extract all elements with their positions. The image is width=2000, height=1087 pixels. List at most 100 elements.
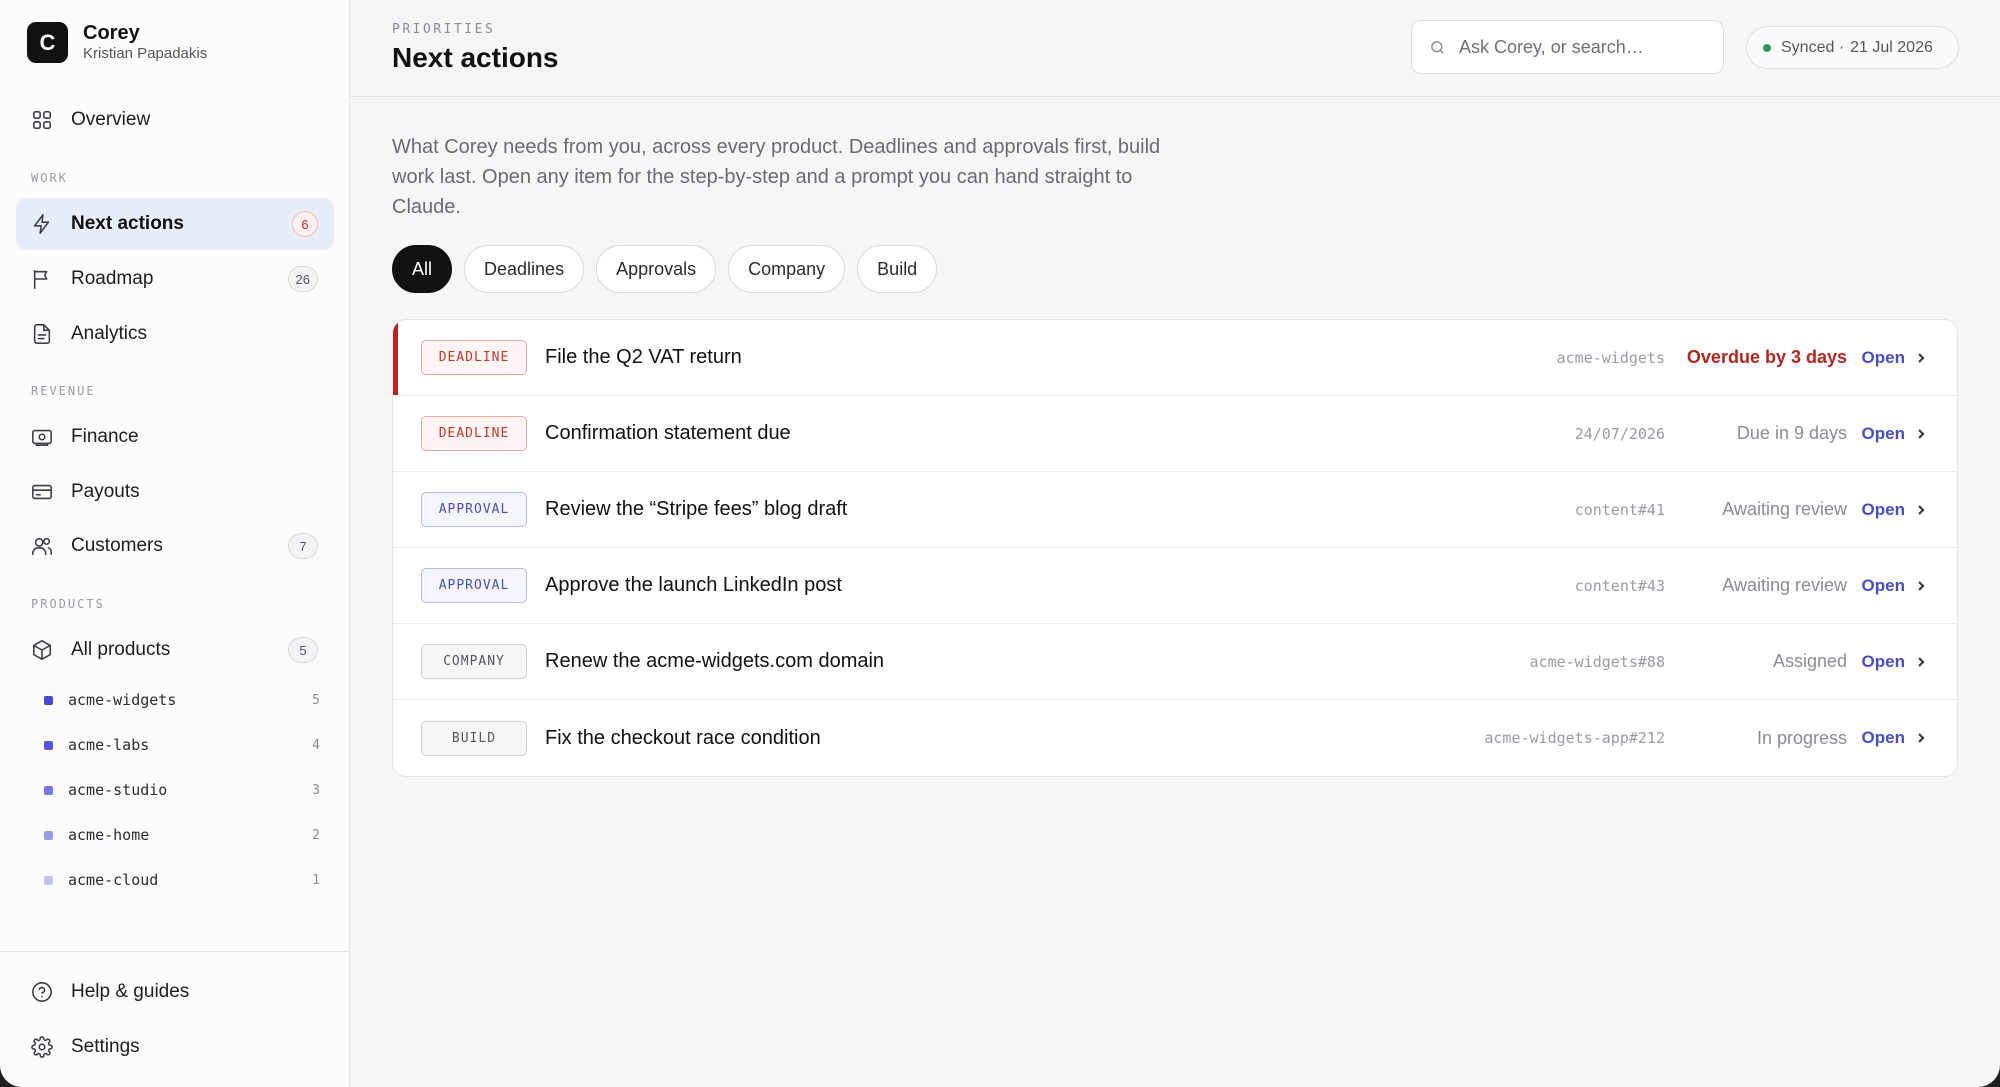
- brand-logo: C: [27, 22, 68, 63]
- sidebar-item-label: Settings: [71, 1036, 140, 1057]
- sync-status-dot: [1763, 43, 1771, 52]
- product-count: 2: [312, 827, 320, 843]
- action-status: In progress: [1756, 727, 1847, 748]
- open-label: Open: [1861, 499, 1905, 519]
- product-item[interactable]: acme-studio 3: [44, 775, 320, 805]
- page-eyebrow: PRIORITIES: [392, 22, 496, 37]
- product-color-dot: [44, 830, 53, 840]
- filter-approvals[interactable]: Approvals: [596, 245, 717, 293]
- count-badge: 5: [288, 637, 318, 663]
- sidebar-item-label: All products: [71, 639, 171, 660]
- bolt-icon: [31, 213, 53, 235]
- action-status: Due in 9 days: [1736, 423, 1847, 443]
- action-row[interactable]: COMPANY Renew the acme-widgets.com domai…: [393, 624, 1957, 700]
- product-color-dot: [44, 695, 53, 705]
- sidebar-item-finance[interactable]: Finance: [16, 411, 334, 463]
- sidebar-item-label: Next actions: [71, 213, 184, 234]
- sidebar-item-settings[interactable]: Settings: [16, 1021, 334, 1073]
- product-name: acme-studio: [68, 781, 168, 799]
- sidebar: C Corey Kristian Papadakis Overview WORK…: [0, 0, 350, 1087]
- sidebar-item-customers[interactable]: Customers 7: [16, 520, 334, 572]
- sidebar-item-label: Analytics: [71, 323, 148, 344]
- action-row[interactable]: DEADLINE Confirmation statement due 24/0…: [393, 396, 1957, 472]
- chevron-right-icon: [1918, 733, 1925, 743]
- section-label-revenue: REVENUE: [31, 384, 96, 398]
- type-tag: DEADLINE: [421, 340, 527, 375]
- filter-deadlines[interactable]: Deadlines: [464, 245, 585, 293]
- action-row[interactable]: APPROVAL Approve the launch LinkedIn pos…: [393, 548, 1957, 624]
- sidebar-item-label: Finance: [71, 426, 139, 447]
- product-item[interactable]: acme-widgets 5: [44, 685, 320, 715]
- product-name: acme-widgets: [68, 691, 177, 709]
- action-title: Renew the acme-widgets.com domain: [545, 650, 885, 672]
- chevron-right-icon: [1918, 580, 1925, 591]
- open-link[interactable]: Open: [1862, 500, 1927, 520]
- count-badge: 7: [288, 533, 318, 559]
- product-count: 4: [312, 737, 320, 753]
- type-tag: APPROVAL: [421, 492, 527, 527]
- action-title: Approve the launch LinkedIn post: [545, 574, 842, 596]
- filter-company[interactable]: Company: [728, 245, 846, 293]
- action-row[interactable]: DEADLINE File the Q2 VAT return acme-wid…: [393, 320, 1957, 396]
- action-status: Awaiting review: [1722, 575, 1847, 595]
- sidebar-item-label: Customers: [71, 535, 163, 556]
- action-reference: content#43: [1574, 576, 1665, 595]
- sidebar-item-overview[interactable]: Overview: [16, 94, 334, 146]
- product-name: acme-labs: [68, 736, 150, 754]
- action-title: File the Q2 VAT return: [545, 346, 742, 368]
- filter-all[interactable]: All: [392, 245, 453, 293]
- action-row[interactable]: APPROVAL Review the “Stripe fees” blog d…: [393, 472, 1957, 548]
- filter-build[interactable]: Build: [857, 245, 938, 293]
- sidebar-item-label: Overview: [71, 109, 151, 130]
- open-label: Open: [1861, 651, 1905, 671]
- count-badge: 6: [292, 211, 318, 237]
- box-icon: [31, 639, 53, 661]
- action-reference: acme-widgets-app#212: [1484, 729, 1665, 747]
- product-color-dot: [44, 875, 53, 885]
- product-item[interactable]: acme-labs 4: [44, 730, 320, 760]
- product-item[interactable]: acme-home 2: [44, 820, 320, 850]
- action-status: Overdue by 3 days: [1686, 347, 1847, 367]
- action-reference: acme-widgets: [1556, 348, 1665, 367]
- search-input[interactable]: [1459, 36, 1709, 58]
- sidebar-item-label: Payouts: [71, 481, 140, 502]
- sidebar-item-payouts[interactable]: Payouts: [16, 466, 334, 518]
- open-link[interactable]: Open: [1862, 728, 1927, 748]
- sync-status-pill: Synced · 21 Jul 2026: [1746, 26, 1959, 69]
- open-label: Open: [1861, 347, 1905, 367]
- sidebar-item-help[interactable]: Help & guides: [16, 966, 334, 1018]
- open-link[interactable]: Open: [1862, 424, 1927, 444]
- grid-icon: [31, 109, 53, 131]
- sidebar-item-next-actions[interactable]: Next actions 6: [16, 198, 334, 250]
- top-bar: PRIORITIES Next actions Synced · 21 Jul …: [350, 0, 2000, 97]
- product-count: 1: [312, 872, 320, 888]
- brand-name: Corey: [83, 22, 140, 44]
- sidebar-item-all-products[interactable]: All products 5: [16, 624, 334, 676]
- sidebar-item-roadmap[interactable]: Roadmap 26: [16, 253, 334, 305]
- sidebar-item-analytics[interactable]: Analytics: [16, 308, 334, 360]
- action-reference: 24/07/2026: [1574, 424, 1665, 443]
- product-count: 5: [312, 692, 320, 708]
- open-label: Open: [1861, 728, 1905, 747]
- action-title: Fix the checkout race condition: [545, 726, 821, 749]
- banknote-icon: [31, 426, 53, 448]
- count-badge: 26: [287, 266, 318, 292]
- open-link[interactable]: Open: [1862, 348, 1927, 368]
- section-label-work: WORK: [31, 171, 68, 185]
- product-name: acme-home: [68, 826, 150, 844]
- search-box[interactable]: [1411, 20, 1724, 74]
- filter-chips: All Deadlines Approvals Company Build: [392, 245, 938, 293]
- type-tag: DEADLINE: [421, 416, 527, 451]
- open-link[interactable]: Open: [1862, 576, 1927, 596]
- open-link[interactable]: Open: [1862, 652, 1927, 672]
- action-list: DEADLINE File the Q2 VAT return acme-wid…: [392, 319, 1958, 777]
- product-color-dot: [44, 785, 53, 795]
- action-reference: content#41: [1574, 500, 1665, 519]
- product-item[interactable]: acme-cloud 1: [44, 865, 320, 895]
- flag-icon: [31, 268, 53, 290]
- brand[interactable]: C Corey Kristian Papadakis: [27, 22, 207, 63]
- open-label: Open: [1861, 575, 1905, 595]
- document-icon: [31, 323, 53, 345]
- action-row[interactable]: BUILD Fix the checkout race condition ac…: [393, 700, 1957, 776]
- action-reference: acme-widgets#88: [1529, 652, 1665, 671]
